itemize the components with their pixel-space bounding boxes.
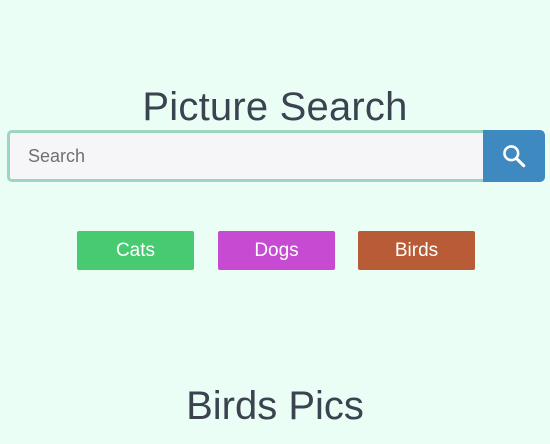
search-icon — [503, 145, 526, 168]
search-input[interactable] — [7, 130, 483, 182]
search-button[interactable] — [483, 130, 545, 182]
category-buttons: Cats Dogs Birds — [0, 231, 550, 271]
cats-button[interactable]: Cats — [77, 231, 194, 270]
dogs-button[interactable]: Dogs — [218, 231, 335, 270]
results-title: Birds Pics — [186, 384, 364, 429]
birds-button[interactable]: Birds — [358, 231, 475, 270]
page-title: Picture Search — [142, 84, 408, 129]
search-bar — [7, 130, 545, 182]
